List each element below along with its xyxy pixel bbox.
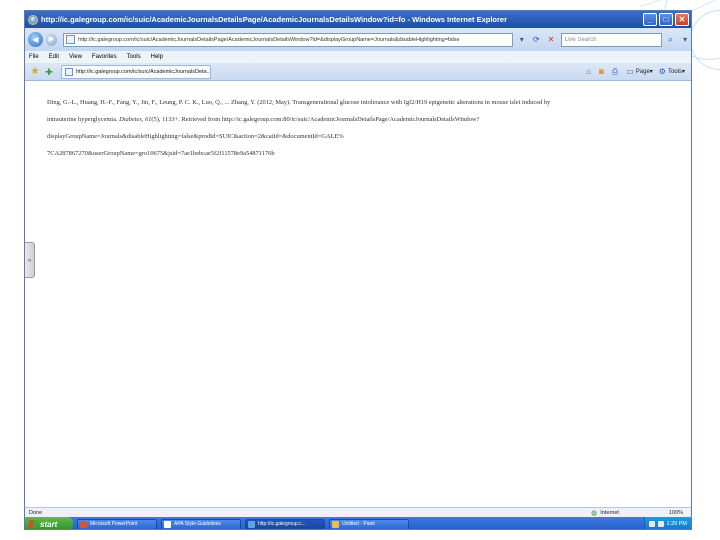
dropdown-arrow-icon[interactable]: ▾ [516,34,528,46]
taskbar-item-powerpoint[interactable]: Microsoft PowerPoint [77,518,157,529]
tray-icon[interactable] [657,521,664,527]
close-button[interactable]: ✕ [675,13,689,26]
menu-file[interactable]: File [29,54,39,60]
browser-tab[interactable]: http://ic.galegroup.com/ic/suic/Academic… [61,64,211,79]
gear-icon: ⚙ [658,67,666,76]
page-content: Ding, G.-L., Huang, H.-F., Fang, Y., Jin… [25,82,691,507]
print-icon: ⎙ [611,66,619,76]
page-icon [66,35,76,44]
tab-row: ★ ✚ http://ic.galegroup.com/ic/suic/Acad… [25,63,691,81]
tools-menu-button[interactable]: ⚙ Tools ▾ [659,67,685,76]
taskbar-item-browser[interactable]: http://ic.galegroup.c... [245,518,325,529]
stop-icon[interactable]: ✕ [545,34,557,46]
menu-tools[interactable]: Tools [127,54,141,60]
start-button[interactable]: start [25,517,73,529]
citation-text: Ding, G.-L., Huang, H.-F., Fang, Y., Jin… [47,94,677,162]
home-button[interactable]: ⌂ [586,67,593,76]
taskbar-item-apa[interactable]: APA Style Guidelines [161,518,241,529]
powerpoint-icon [80,520,87,528]
status-bar: Done ◍ Internet 100% [25,507,691,517]
system-tray: 1:29 PM [643,517,691,529]
document-icon [164,520,171,528]
add-favorite-icon[interactable]: ✚ [43,66,55,78]
sidebar-toggle-handle[interactable]: » [25,242,35,278]
status-text: Done [29,509,43,516]
minimize-button[interactable]: _ [643,13,657,26]
globe-icon: ◍ [591,509,598,517]
search-options-icon[interactable]: ▾ [679,34,691,46]
taskbar-item-paint[interactable]: Untitled - Paint [329,518,409,529]
address-bar[interactable]: http://ic.galegroup.com/ic/suic/Academic… [63,32,513,47]
print-button[interactable]: ⎙ [612,67,620,77]
address-url: http://ic.galegroup.com/ic/suic/Academic… [78,36,460,43]
citation-line: 7CA287867270&userGroupName=gro10675&jsid… [47,150,275,157]
journal-name: Diabetes, 61 [119,116,152,123]
browser-window: e http://ic.galegroup.com/ic/suic/Academ… [24,10,692,530]
menu-bar: File Edit View Favorites Tools Help [25,51,691,63]
address-row: ◀ ▶ http://ic.galegroup.com/ic/suic/Acad… [25,28,691,51]
tab-title: http://ic.galegroup.com/ic/suic/Academic… [76,68,210,75]
menu-favorites[interactable]: Favorites [92,54,117,60]
window-title: http://ic.galegroup.com/ic/suic/Academic… [41,15,508,24]
citation-line: Ding, G.-L., Huang, H.-F., Fang, Y., Jin… [47,99,551,106]
title-bar: e http://ic.galegroup.com/ic/suic/Academ… [25,11,691,28]
search-icon[interactable]: ⌕ [665,34,677,46]
feeds-button[interactable]: ◙ [599,67,606,76]
rss-icon: ◙ [598,67,604,76]
page-icon [65,67,73,76]
back-button[interactable]: ◀ [28,32,43,47]
favorites-star-icon[interactable]: ★ [29,66,41,78]
internet-explorer-icon [248,520,255,528]
citation-line: intrauterine hyperglycemia. Diabetes, 61… [47,116,480,123]
menu-help[interactable]: Help [151,54,163,60]
page-icon: ▭ [626,67,634,76]
citation-line: displayGroupName=Journals&disableHighlig… [47,133,344,140]
forward-button[interactable]: ▶ [45,33,58,46]
security-zone: ◍ Internet [591,509,619,517]
internet-explorer-icon: e [28,14,38,25]
refresh-icon[interactable]: ⟳ [531,34,543,46]
page-menu-label: Page [635,68,650,75]
menu-edit[interactable]: Edit [49,54,59,60]
maximize-button[interactable]: □ [659,13,673,26]
windows-logo-icon [29,520,37,528]
paint-icon [332,520,339,528]
home-icon: ⌂ [586,67,591,76]
zoom-level[interactable]: 100% [669,510,683,516]
clock[interactable]: 1:29 PM [667,521,687,527]
search-input[interactable] [560,32,662,47]
tools-menu-label: Tools [667,68,682,75]
tray-icon[interactable] [648,521,655,527]
taskbar: start Microsoft PowerPoint APA Style Gui… [25,517,691,529]
menu-view[interactable]: View [69,54,82,60]
page-menu-button[interactable]: ▭ Page ▾ [626,67,653,76]
slide: e http://ic.galegroup.com/ic/suic/Academ… [0,0,720,540]
